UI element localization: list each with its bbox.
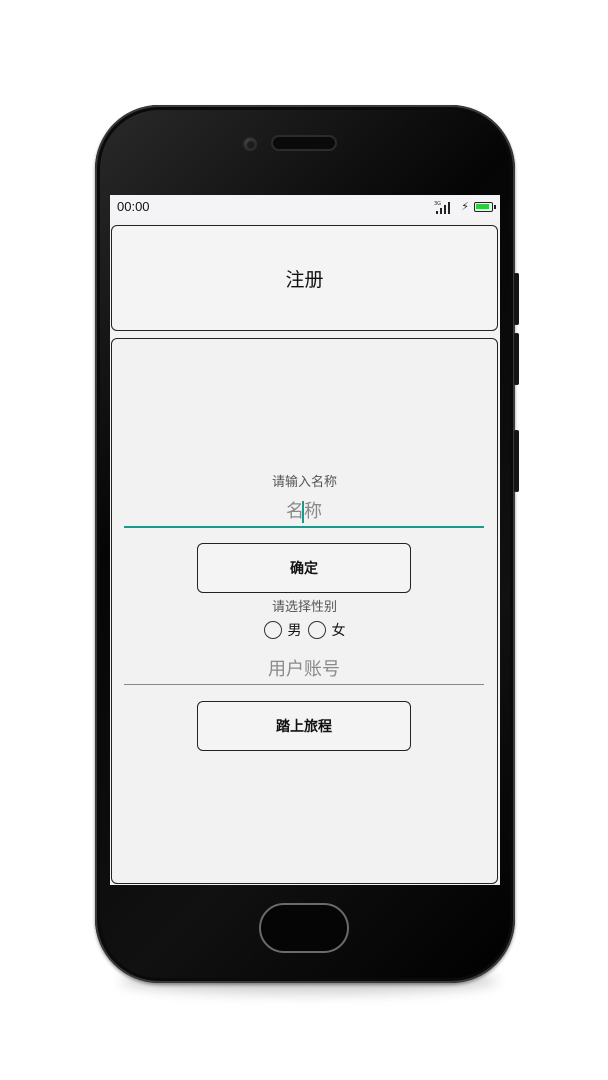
gender-option-label: 女 — [331, 623, 346, 639]
gender-option-male[interactable]: 男 — [263, 620, 302, 640]
signal-icon: 3G — [434, 201, 451, 214]
account-field — [124, 654, 484, 685]
volume-up-button — [514, 273, 519, 325]
name-prompt: 请输入名称 — [271, 475, 337, 490]
text-caret — [302, 501, 304, 523]
account-input-underline — [124, 684, 484, 685]
gender-option-female[interactable]: 女 — [307, 620, 346, 640]
volume-down-button — [514, 333, 519, 385]
gender-prompt: 请选择性别 — [271, 600, 337, 615]
status-time: 00:00 — [117, 199, 150, 214]
battery-icon — [474, 202, 496, 212]
status-icons: 3G ⚡ — [434, 200, 496, 214]
register-form-card: 请输入名称 确定 请选择性别 男 女 — [111, 338, 498, 884]
confirm-button[interactable]: 确定 — [197, 543, 411, 593]
radio-unchecked-icon[interactable] — [263, 621, 282, 639]
front-camera — [245, 139, 255, 149]
start-journey-button[interactable]: 踏上旅程 — [197, 701, 411, 751]
radio-unchecked-icon[interactable] — [307, 621, 326, 639]
battery-level — [476, 204, 489, 209]
power-button — [514, 430, 519, 492]
name-field — [124, 496, 484, 528]
account-input[interactable] — [124, 654, 484, 684]
home-button[interactable] — [259, 903, 349, 953]
network-type-label: 3G — [434, 201, 441, 207]
gender-option-label: 男 — [287, 623, 302, 639]
charging-bolt-icon: ⚡ — [461, 200, 469, 213]
app-screen: 00:00 3G ⚡ 注册 请输入名称 名称 确定 请选择性别 男 女 用户账号… — [110, 195, 500, 885]
gender-radio-group: 男 女 — [112, 620, 497, 640]
title-card: 注册 — [111, 225, 498, 331]
earpiece-speaker — [273, 137, 335, 149]
status-bar: 00:00 3G ⚡ — [110, 195, 500, 219]
name-input-underline — [124, 526, 484, 528]
device-frame-stage: 00:00 3G ⚡ 注册 请输入名称 名称 确定 请选择性别 男 女 用户账号… — [0, 0, 608, 1080]
name-input[interactable] — [124, 496, 484, 526]
page-title: 注册 — [285, 268, 324, 291]
